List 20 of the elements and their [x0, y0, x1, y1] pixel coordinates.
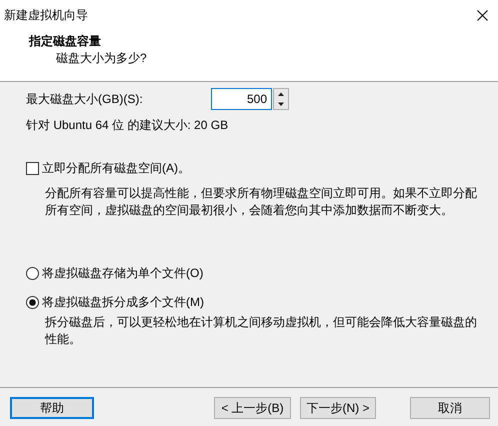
radio-button[interactable]	[26, 296, 39, 309]
window-title: 新建虚拟机向导	[4, 6, 89, 24]
page-title: 指定磁盘容量	[29, 33, 101, 50]
allocate-checkbox[interactable]	[26, 162, 39, 175]
wizard-button[interactable]: < 上一步(B)	[214, 397, 291, 419]
close-icon[interactable]	[477, 10, 488, 20]
disk-size-label: 最大磁盘大小(GB)(S):	[26, 90, 144, 108]
wizard-button[interactable]: 下一步(N) >	[300, 397, 376, 419]
option-description: 拆分磁盘后，可以更轻松地在计算机之间移动虚拟机，但可能会降低大容量磁盘的性能。	[45, 314, 478, 348]
wizard-button[interactable]: 取消	[410, 397, 490, 419]
radio-label[interactable]: 将虚拟磁盘拆分成多个文件(M)	[42, 294, 204, 311]
spin-buttons[interactable]	[273, 88, 289, 110]
page-subtitle: 磁盘大小为多少?	[56, 50, 147, 67]
wizard-button[interactable]: 帮助	[10, 397, 94, 419]
disk-size-field[interactable]: 500	[211, 88, 272, 110]
radio-button[interactable]	[26, 267, 39, 280]
allocate-description: 分配所有容量可以提高性能，但要求所有物理磁盘空间立即可用。如果不立即分配所有空间，虚拟磁盘的空间最初很小，会随着您向其中添加数据而不断变大。	[45, 185, 478, 219]
allocate-label[interactable]: 立即分配所有磁盘空间(A)。	[42, 160, 190, 177]
recommended-size-text: 针对 Ubuntu 64 位 的建议大小: 20 GB	[26, 117, 228, 134]
radio-label[interactable]: 将虚拟磁盘存储为单个文件(O)	[42, 265, 204, 282]
